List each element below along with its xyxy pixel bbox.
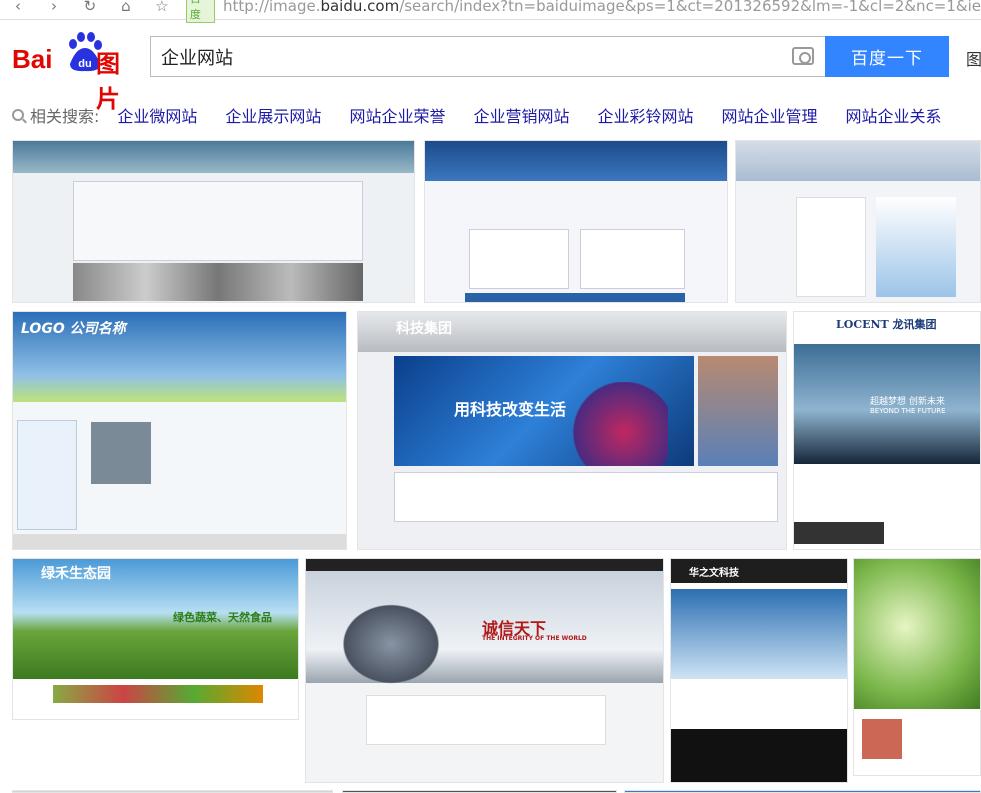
- image-thumbnail[interactable]: [424, 140, 728, 303]
- url-domain: baidu.com: [320, 0, 400, 15]
- thumbnail-caption: BEYOND THE FUTURE: [870, 407, 946, 415]
- browser-toolbar: ‹ › ↻ ⌂ ☆ 百度 http://image.baidu.com/sear…: [0, 0, 981, 23]
- related-link[interactable]: 企业展示网站: [225, 103, 321, 127]
- image-thumbnail[interactable]: 诚信天下 THE INTEGRITY OF THE WORLD: [305, 558, 664, 783]
- thumbnail-caption: LOGO 公司名称: [21, 321, 126, 337]
- image-thumbnail[interactable]: 华之文科技: [670, 558, 848, 783]
- logo-bai: Bai: [12, 44, 53, 74]
- image-thumbnail[interactable]: [12, 140, 415, 303]
- related-link[interactable]: 企业彩铃网站: [597, 103, 693, 127]
- thumbnail-caption: 科技集团: [396, 321, 452, 337]
- url-prefix: http://image.: [223, 0, 321, 15]
- search-box: [150, 36, 826, 77]
- search-button[interactable]: 百度一下: [825, 36, 949, 77]
- thumbnail-caption: THE INTEGRITY OF THE WORLD: [482, 635, 587, 642]
- thumbnail-caption: LOCENT 龙讯集团: [836, 318, 937, 331]
- image-thumbnail[interactable]: 绿禾生态园 绿色蔬菜、天然食品: [12, 558, 299, 720]
- thumbnail-caption: 绿色蔬菜、天然食品: [173, 611, 272, 624]
- camera-icon[interactable]: [792, 47, 814, 65]
- related-link[interactable]: 网站企业关系: [846, 103, 942, 127]
- reload-icon[interactable]: ↻: [72, 0, 108, 15]
- image-thumbnail[interactable]: LOCENT 龙讯集团 超越梦想 创新未来 BEYOND THE FUTURE: [793, 311, 981, 550]
- thumbnail-caption: 华之文科技: [689, 568, 739, 579]
- image-thumbnail[interactable]: 科技集团 用科技改变生活: [357, 311, 787, 550]
- related-link[interactable]: 网站企业荣誉: [349, 103, 445, 127]
- thumbnail-caption: 用科技改变生活: [454, 400, 567, 419]
- bookmark-star-icon[interactable]: ☆: [144, 0, 180, 15]
- related-link[interactable]: 企业营销网站: [473, 103, 569, 127]
- back-icon[interactable]: ‹: [0, 0, 36, 15]
- more-link[interactable]: 图: [966, 46, 981, 70]
- forward-icon[interactable]: ›: [36, 0, 72, 15]
- thumbnail-caption: 超越梦想 创新未来: [870, 397, 945, 407]
- search-icon: [12, 109, 24, 121]
- search-input[interactable]: [151, 46, 771, 67]
- related-searches: 相关搜索: 企业微网站 企业展示网站 网站企业荣誉 企业营销网站 企业彩铃网站 …: [12, 104, 970, 126]
- logo-du: du: [78, 58, 91, 70]
- image-thumbnail[interactable]: [853, 558, 981, 776]
- url-text[interactable]: http://image.baidu.com/search/index?tn=b…: [223, 0, 981, 15]
- related-link[interactable]: 网站企业管理: [721, 103, 817, 127]
- related-label: 相关搜索:: [30, 107, 100, 126]
- url-path: /search/index?tn=baiduimage&ps=1&ct=2013…: [399, 0, 981, 15]
- image-thumbnail[interactable]: [735, 140, 981, 303]
- address-bar[interactable]: 百度 http://image.baidu.com/search/index?t…: [185, 0, 981, 23]
- related-link[interactable]: 企业微网站: [117, 103, 197, 127]
- home-icon[interactable]: ⌂: [108, 0, 144, 15]
- thumbnail-caption: 绿禾生态园: [41, 566, 111, 582]
- url-badge: 百度: [185, 0, 216, 23]
- image-thumbnail[interactable]: LOGO 公司名称: [12, 311, 347, 550]
- baidu-image-logo[interactable]: Bai du 图片: [12, 30, 140, 113]
